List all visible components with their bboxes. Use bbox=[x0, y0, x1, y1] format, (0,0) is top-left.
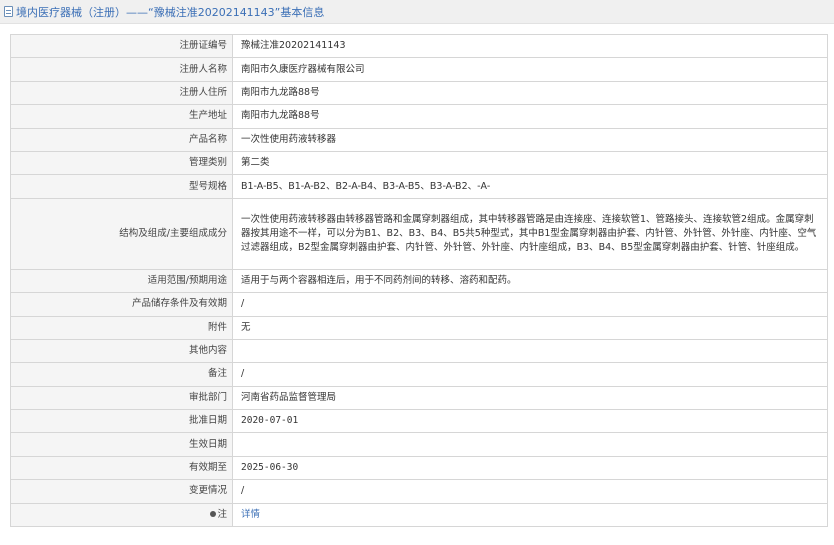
row-value: 南阳市九龙路88号 bbox=[232, 104, 828, 129]
row-label: 注 bbox=[217, 508, 227, 520]
row-label: 管理类别 bbox=[10, 150, 233, 176]
table-row: 变更情况 / bbox=[10, 479, 828, 504]
row-value bbox=[232, 338, 828, 364]
row-label: 变更情况 bbox=[10, 479, 233, 504]
table-row: 注 详情 bbox=[10, 502, 828, 528]
row-label: 生效日期 bbox=[10, 432, 233, 457]
row-value: 一次性使用药液转移器 bbox=[232, 127, 828, 152]
row-label: 批准日期 bbox=[10, 409, 233, 434]
row-label: 附件 bbox=[10, 315, 233, 340]
row-value: 第二类 bbox=[232, 150, 828, 176]
note-value-cell: 详情 bbox=[232, 502, 828, 528]
row-label: 产品储存条件及有效期 bbox=[10, 292, 233, 317]
table-row: 产品储存条件及有效期 / bbox=[10, 292, 828, 317]
row-label: 注册人住所 bbox=[10, 80, 233, 106]
row-label: 审批部门 bbox=[10, 385, 233, 411]
document-icon bbox=[4, 6, 13, 17]
table-row: 审批部门 河南省药品监督管理局 bbox=[10, 385, 828, 411]
row-value: 豫械注准20202141143 bbox=[232, 33, 828, 59]
pin-icon bbox=[210, 511, 217, 518]
row-label: 生产地址 bbox=[10, 104, 233, 129]
table-row: 适用范围/预期用途 适用于与两个容器相连后，用于不同药剂间的转移、溶药和配药。 bbox=[10, 268, 828, 294]
row-value: 2020-07-01 bbox=[232, 409, 828, 434]
table-row: 生效日期 bbox=[10, 432, 828, 457]
row-value: 南阳市久康医疗器械有限公司 bbox=[232, 57, 828, 82]
note-label-cell: 注 bbox=[10, 502, 233, 528]
table-row: 备注 / bbox=[10, 362, 828, 387]
row-value: 一次性使用药液转移器由转移器管路和金属穿刺器组成，其中转移器管路是由连接座、连接… bbox=[232, 197, 828, 270]
row-value: / bbox=[232, 362, 828, 387]
row-value: 适用于与两个容器相连后，用于不同药剂间的转移、溶药和配药。 bbox=[232, 268, 828, 294]
page-title: 境内医疗器械（注册）——“豫械注准20202141143”基本信息 bbox=[16, 5, 325, 19]
table-row: 附件 无 bbox=[10, 315, 828, 340]
row-value bbox=[232, 432, 828, 457]
table-row: 批准日期 2020-07-01 bbox=[10, 409, 828, 434]
row-value: 2025-06-30 bbox=[232, 455, 828, 481]
row-label: 产品名称 bbox=[10, 127, 233, 152]
table-row: 注册证编号 豫械注准20202141143 bbox=[10, 33, 828, 59]
row-value: 南阳市九龙路88号 bbox=[232, 80, 828, 106]
row-label: 备注 bbox=[10, 362, 233, 387]
row-value: 河南省药品监督管理局 bbox=[232, 385, 828, 411]
table-row: 有效期至 2025-06-30 bbox=[10, 455, 828, 481]
row-label: 注册人名称 bbox=[10, 57, 233, 82]
row-value: / bbox=[232, 292, 828, 317]
row-label: 其他内容 bbox=[10, 338, 233, 364]
details-link[interactable]: 详情 bbox=[241, 509, 260, 520]
row-label: 注册证编号 bbox=[10, 33, 233, 59]
row-value: B1-A-B5、B1-A-B2、B2-A-B4、B3-A-B5、B3-A-B2、… bbox=[232, 174, 828, 199]
table-row: 注册人住所 南阳市九龙路88号 bbox=[10, 80, 828, 106]
info-table: 注册证编号 豫械注准20202141143 注册人名称 南阳市久康医疗器械有限公… bbox=[10, 33, 828, 528]
row-value: 无 bbox=[232, 315, 828, 340]
row-label: 结构及组成/主要组成成分 bbox=[10, 197, 233, 270]
row-label: 有效期至 bbox=[10, 455, 233, 481]
table-row: 管理类别 第二类 bbox=[10, 150, 828, 176]
table-row: 生产地址 南阳市九龙路88号 bbox=[10, 104, 828, 129]
table-row: 其他内容 bbox=[10, 338, 828, 364]
table-row: 结构及组成/主要组成成分 一次性使用药液转移器由转移器管路和金属穿刺器组成，其中… bbox=[10, 197, 828, 270]
row-label: 型号规格 bbox=[10, 174, 233, 199]
row-value: / bbox=[232, 479, 828, 504]
table-row: 型号规格 B1-A-B5、B1-A-B2、B2-A-B4、B3-A-B5、B3-… bbox=[10, 174, 828, 199]
page-header: 境内医疗器械（注册）——“豫械注准20202141143”基本信息 bbox=[0, 0, 834, 24]
table-row: 产品名称 一次性使用药液转移器 bbox=[10, 127, 828, 152]
row-label: 适用范围/预期用途 bbox=[10, 268, 233, 294]
table-row: 注册人名称 南阳市久康医疗器械有限公司 bbox=[10, 57, 828, 82]
